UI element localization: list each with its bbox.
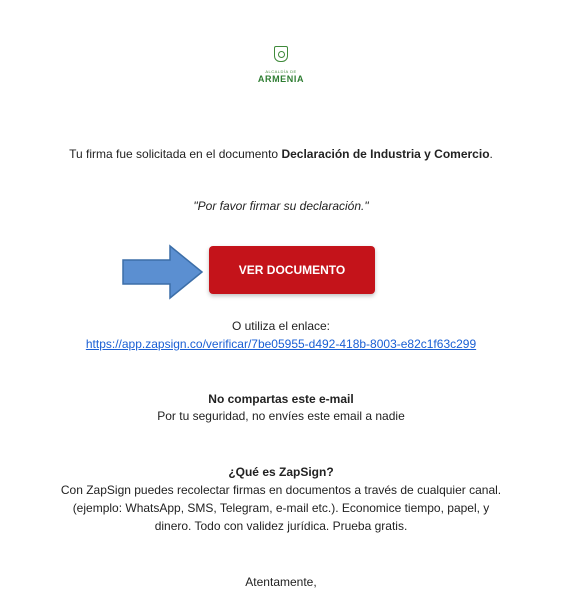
about-line: Con ZapSign puedes recolectar firmas en …	[60, 483, 502, 497]
view-document-button[interactable]: VER DOCUMENTO	[209, 246, 375, 294]
logo-title: ARMENIA	[257, 74, 305, 84]
link-intro: O utiliza el enlace:	[231, 319, 331, 333]
about-title: ¿Qué es ZapSign?	[228, 465, 334, 479]
document-link[interactable]: https://app.zapsign.co/verificar/7be0595…	[86, 337, 476, 351]
warning-title: No compartas este e-mail	[208, 392, 354, 406]
closing-text: Atentamente,	[245, 575, 317, 589]
intro-text: Tu firma fue solicitada en el documento …	[69, 147, 493, 161]
crest-icon	[274, 46, 288, 62]
arrow-right-icon	[122, 244, 204, 300]
warning-body: Por tu seguridad, no envíes este email a…	[157, 409, 405, 423]
document-name: Declaración de Industria y Comercio	[281, 147, 490, 161]
armenia-logo: ALCALDÍA DE ARMENIA	[0, 46, 562, 84]
about-line: dinero. Todo con validez jurídica. Prueb…	[154, 519, 408, 533]
about-line: (ejemplo: WhatsApp, SMS, Telegram, e-mai…	[72, 501, 490, 515]
link-line: https://app.zapsign.co/verificar/7be0595…	[0, 336, 562, 353]
request-message: "Por favor firmar su declaración."	[193, 199, 369, 213]
